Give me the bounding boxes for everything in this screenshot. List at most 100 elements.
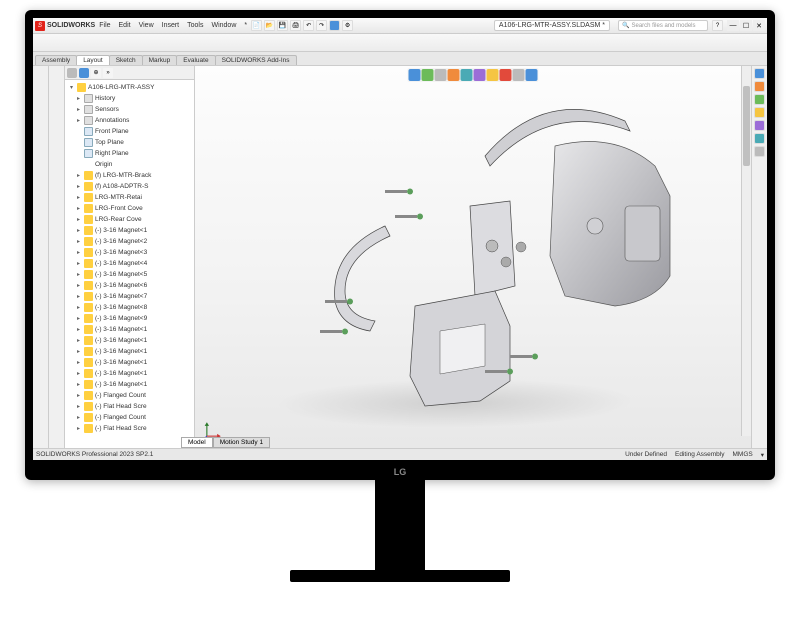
zoom-icon[interactable] (35, 82, 47, 94)
menu-window[interactable]: Window (211, 22, 236, 29)
tree-item[interactable]: ▸(f) LRG-MTR-Brack (67, 170, 192, 181)
expand-icon[interactable]: ▸ (75, 425, 82, 432)
file-explorer-icon[interactable] (754, 94, 765, 105)
new-motion-study-icon[interactable] (164, 36, 177, 49)
hide-show-items-icon[interactable] (487, 69, 499, 81)
display-state-icon[interactable] (35, 180, 47, 192)
expand-icon[interactable]: ▸ (75, 227, 82, 234)
select-icon[interactable] (35, 68, 47, 80)
appearances-icon[interactable] (754, 120, 765, 131)
tree-item[interactable]: ▸(-) Flat Head Scre (67, 423, 192, 434)
tree-item[interactable]: ▸(f) A108-ADPTR-S (67, 181, 192, 192)
mate-icon[interactable] (52, 36, 65, 49)
save-icon[interactable]: 💾 (277, 20, 288, 31)
rotate-icon[interactable] (35, 110, 47, 122)
tab-addins[interactable]: SOLIDWORKS Add-Ins (215, 55, 297, 65)
design-library-icon[interactable] (754, 81, 765, 92)
expand-icon[interactable]: ▸ (75, 282, 82, 289)
print-icon[interactable]: 🖨 (290, 20, 301, 31)
trim-icon[interactable] (51, 166, 63, 178)
menu-more[interactable]: * (244, 22, 247, 29)
rebuild-icon[interactable] (329, 20, 340, 31)
hide-show-icon[interactable] (35, 194, 47, 206)
previous-view-icon[interactable] (435, 69, 447, 81)
tab-model[interactable]: Model (181, 437, 213, 448)
spline-icon[interactable] (51, 124, 63, 136)
toolbox-icon[interactable] (228, 36, 241, 49)
expand-icon[interactable]: ▸ (75, 183, 82, 190)
scrollbar-thumb[interactable] (743, 86, 750, 166)
section-view-icon[interactable] (448, 69, 460, 81)
options-icon[interactable]: ⚙ (342, 20, 353, 31)
relation-icon[interactable] (51, 222, 63, 234)
feature-tree[interactable]: ▾A106-LRG-MTR-ASSY▸History▸Sensors▸Annot… (65, 80, 194, 448)
view-palette-icon[interactable] (754, 107, 765, 118)
tree-item[interactable]: ▸(-) 3-16 Magnet<5 (67, 269, 192, 280)
show-hidden-icon[interactable] (116, 36, 129, 49)
expand-icon[interactable]: ▸ (75, 293, 82, 300)
tree-expand-icon[interactable]: ⊕ (91, 68, 101, 78)
tree-item[interactable]: ▸(-) 3-16 Magnet<1 (67, 225, 192, 236)
expand-icon[interactable]: ▸ (75, 238, 82, 245)
undo-icon[interactable]: ↶ (303, 20, 314, 31)
tree-item[interactable]: ▸(-) 3-16 Magnet<1 (67, 368, 192, 379)
expand-icon[interactable]: ▸ (75, 326, 82, 333)
expand-icon[interactable]: ▸ (75, 304, 82, 311)
fillet-icon[interactable] (51, 138, 63, 150)
edit-sketch-icon[interactable] (35, 222, 47, 234)
assembly-features-icon[interactable] (132, 36, 145, 49)
exploded-view-icon[interactable] (196, 36, 209, 49)
expand-icon[interactable]: ▸ (75, 359, 82, 366)
transparency-icon[interactable] (35, 208, 47, 220)
tree-item[interactable]: ▸(-) 3-16 Magnet<1 (67, 346, 192, 357)
tree-filter-icon[interactable] (67, 68, 77, 78)
tree-item[interactable]: ▸(-) Flanged Count (67, 390, 192, 401)
tree-item[interactable]: Front Plane (67, 126, 192, 137)
tree-item[interactable]: ▸LRG-Rear Cove (67, 214, 192, 225)
tree-item[interactable]: ▸(-) 3-16 Magnet<1 (67, 357, 192, 368)
expand-icon[interactable]: ▸ (75, 370, 82, 377)
search-input[interactable]: 🔍 Search files and models (618, 20, 708, 31)
tree-item[interactable]: Top Plane (67, 137, 192, 148)
expand-icon[interactable]: ▸ (75, 392, 82, 399)
section-icon[interactable] (35, 124, 47, 136)
view-orientation-icon[interactable] (461, 69, 473, 81)
move-component-icon[interactable] (100, 36, 113, 49)
tree-display-icon[interactable] (79, 68, 89, 78)
expand-icon[interactable]: ▸ (75, 315, 82, 322)
tree-item[interactable]: ▸(-) Flanged Count (67, 412, 192, 423)
arc-icon[interactable] (51, 110, 63, 122)
tree-item[interactable]: ▸LRG-MTR-Retai (67, 192, 192, 203)
tree-item[interactable]: ▸(-) 3-16 Magnet<1 (67, 335, 192, 346)
expand-icon[interactable]: ▸ (75, 205, 82, 212)
menu-tools[interactable]: Tools (187, 22, 203, 29)
expand-icon[interactable]: ▸ (75, 249, 82, 256)
offset-icon[interactable] (51, 180, 63, 192)
mirror-icon[interactable] (51, 194, 63, 206)
expand-icon[interactable]: ▸ (75, 271, 82, 278)
instant3d-icon[interactable] (212, 36, 225, 49)
expand-icon[interactable]: ▾ (68, 84, 75, 91)
tree-item[interactable]: ▸(-) 3-16 Magnet<3 (67, 247, 192, 258)
menu-file[interactable]: File (99, 22, 110, 29)
custom-properties-icon[interactable] (754, 133, 765, 144)
tree-item[interactable]: ▸(-) 3-16 Magnet<9 (67, 313, 192, 324)
expand-icon[interactable]: ▸ (75, 194, 82, 201)
tab-evaluate[interactable]: Evaluate (176, 55, 215, 65)
expand-icon[interactable]: ▸ (75, 216, 82, 223)
measure-icon[interactable] (35, 138, 47, 150)
expand-icon[interactable]: ▸ (75, 348, 82, 355)
expand-icon[interactable]: ▸ (75, 172, 82, 179)
menu-insert[interactable]: Insert (162, 22, 180, 29)
tab-markup[interactable]: Markup (142, 55, 178, 65)
linear-pattern-icon[interactable] (68, 36, 81, 49)
dimension-icon[interactable] (51, 208, 63, 220)
circle-icon[interactable] (51, 96, 63, 108)
zoom-area-icon[interactable] (422, 69, 434, 81)
tree-item[interactable]: Origin (67, 159, 192, 170)
expand-icon[interactable]: ▸ (75, 403, 82, 410)
tree-item[interactable]: ▸(-) 3-16 Magnet<8 (67, 302, 192, 313)
tree-expand-all-icon[interactable]: » (103, 68, 113, 78)
menu-edit[interactable]: Edit (119, 22, 131, 29)
expand-icon[interactable]: ▸ (75, 95, 82, 102)
